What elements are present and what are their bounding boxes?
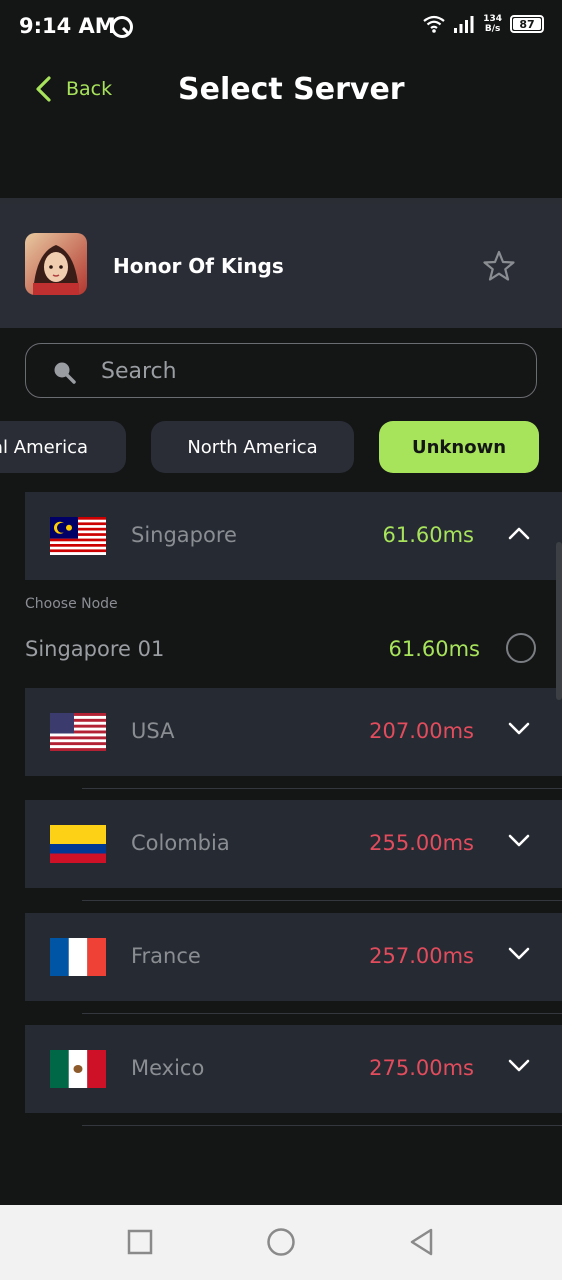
game-icon bbox=[25, 233, 87, 295]
network-speed-value: 134 bbox=[483, 14, 502, 24]
region-chip-unknown[interactable]: Unknown bbox=[379, 421, 539, 473]
favorite-star-icon[interactable] bbox=[482, 249, 516, 283]
chevron-left-icon bbox=[36, 76, 51, 102]
wifi-icon bbox=[423, 15, 445, 33]
game-name: Honor Of Kings bbox=[113, 254, 284, 278]
chevron-down-icon[interactable] bbox=[508, 1059, 530, 1073]
status-time: 9:14 AM bbox=[19, 14, 116, 38]
back-button[interactable]: Back bbox=[34, 76, 112, 102]
divider bbox=[82, 1013, 562, 1014]
country-name: Colombia bbox=[131, 831, 230, 855]
country-name: Mexico bbox=[131, 1056, 205, 1080]
scrollbar[interactable] bbox=[556, 542, 562, 700]
country-ping: 61.60ms bbox=[382, 523, 474, 547]
game-card: Honor Of Kings bbox=[0, 204, 562, 328]
server-row-singapore[interactable]: Singapore 61.60ms bbox=[25, 492, 562, 580]
node-ping: 61.60ms bbox=[388, 637, 480, 661]
chevron-down-icon[interactable] bbox=[508, 722, 530, 736]
colombia-flag-icon bbox=[50, 825, 106, 863]
region-chip-central-america[interactable]: al America bbox=[0, 421, 126, 473]
country-name: Singapore bbox=[131, 523, 237, 547]
network-speed-unit: B/s bbox=[484, 24, 501, 34]
chevron-down-icon[interactable] bbox=[508, 834, 530, 848]
recent-apps-icon[interactable] bbox=[123, 1225, 157, 1259]
country-ping: 207.00ms bbox=[369, 719, 474, 743]
server-row-colombia[interactable]: Colombia 255.00ms bbox=[25, 800, 562, 888]
france-flag-icon bbox=[50, 938, 106, 976]
page-title: Select Server bbox=[178, 72, 405, 107]
server-row-mexico[interactable]: Mexico 275.00ms bbox=[25, 1025, 562, 1113]
country-ping: 275.00ms bbox=[369, 1056, 474, 1080]
divider bbox=[82, 788, 562, 789]
malaysia-style-flag-icon bbox=[50, 517, 106, 555]
country-ping: 257.00ms bbox=[369, 944, 474, 968]
battery-icon: 87 bbox=[510, 15, 544, 33]
home-icon[interactable] bbox=[264, 1225, 298, 1259]
signal-icon bbox=[454, 16, 474, 33]
back-label: Back bbox=[66, 78, 113, 100]
search-icon bbox=[54, 362, 76, 384]
network-speed: 134 B/s bbox=[483, 14, 502, 34]
node-name: Singapore 01 bbox=[25, 637, 165, 661]
server-row-usa[interactable]: USA 207.00ms bbox=[25, 688, 562, 776]
node-radio-button[interactable] bbox=[506, 633, 536, 663]
choose-node-label: Choose Node bbox=[25, 596, 118, 612]
search-box[interactable] bbox=[25, 343, 537, 398]
system-navigation-bar bbox=[0, 1205, 562, 1280]
mexico-flag-icon bbox=[50, 1050, 106, 1088]
country-name: France bbox=[131, 944, 201, 968]
status-icons: 134 B/s 87 bbox=[423, 14, 544, 34]
status-bar: 9:14 AM 134 B/s 87 bbox=[0, 0, 562, 58]
chevron-up-icon[interactable] bbox=[508, 526, 530, 540]
node-row-singapore-01[interactable]: Singapore 01 61.60ms bbox=[0, 618, 562, 680]
usa-flag-icon bbox=[50, 713, 106, 751]
back-nav-icon[interactable] bbox=[405, 1225, 439, 1259]
country-ping: 255.00ms bbox=[369, 831, 474, 855]
divider bbox=[82, 900, 562, 901]
region-chip-north-america[interactable]: North America bbox=[151, 421, 354, 473]
divider bbox=[82, 1125, 562, 1126]
chevron-down-icon[interactable] bbox=[508, 947, 530, 961]
search-input[interactable] bbox=[101, 352, 501, 390]
server-row-france[interactable]: France 257.00ms bbox=[25, 913, 562, 1001]
app-notification-icon bbox=[111, 16, 133, 38]
battery-level: 87 bbox=[519, 17, 535, 31]
country-name: USA bbox=[131, 719, 175, 743]
